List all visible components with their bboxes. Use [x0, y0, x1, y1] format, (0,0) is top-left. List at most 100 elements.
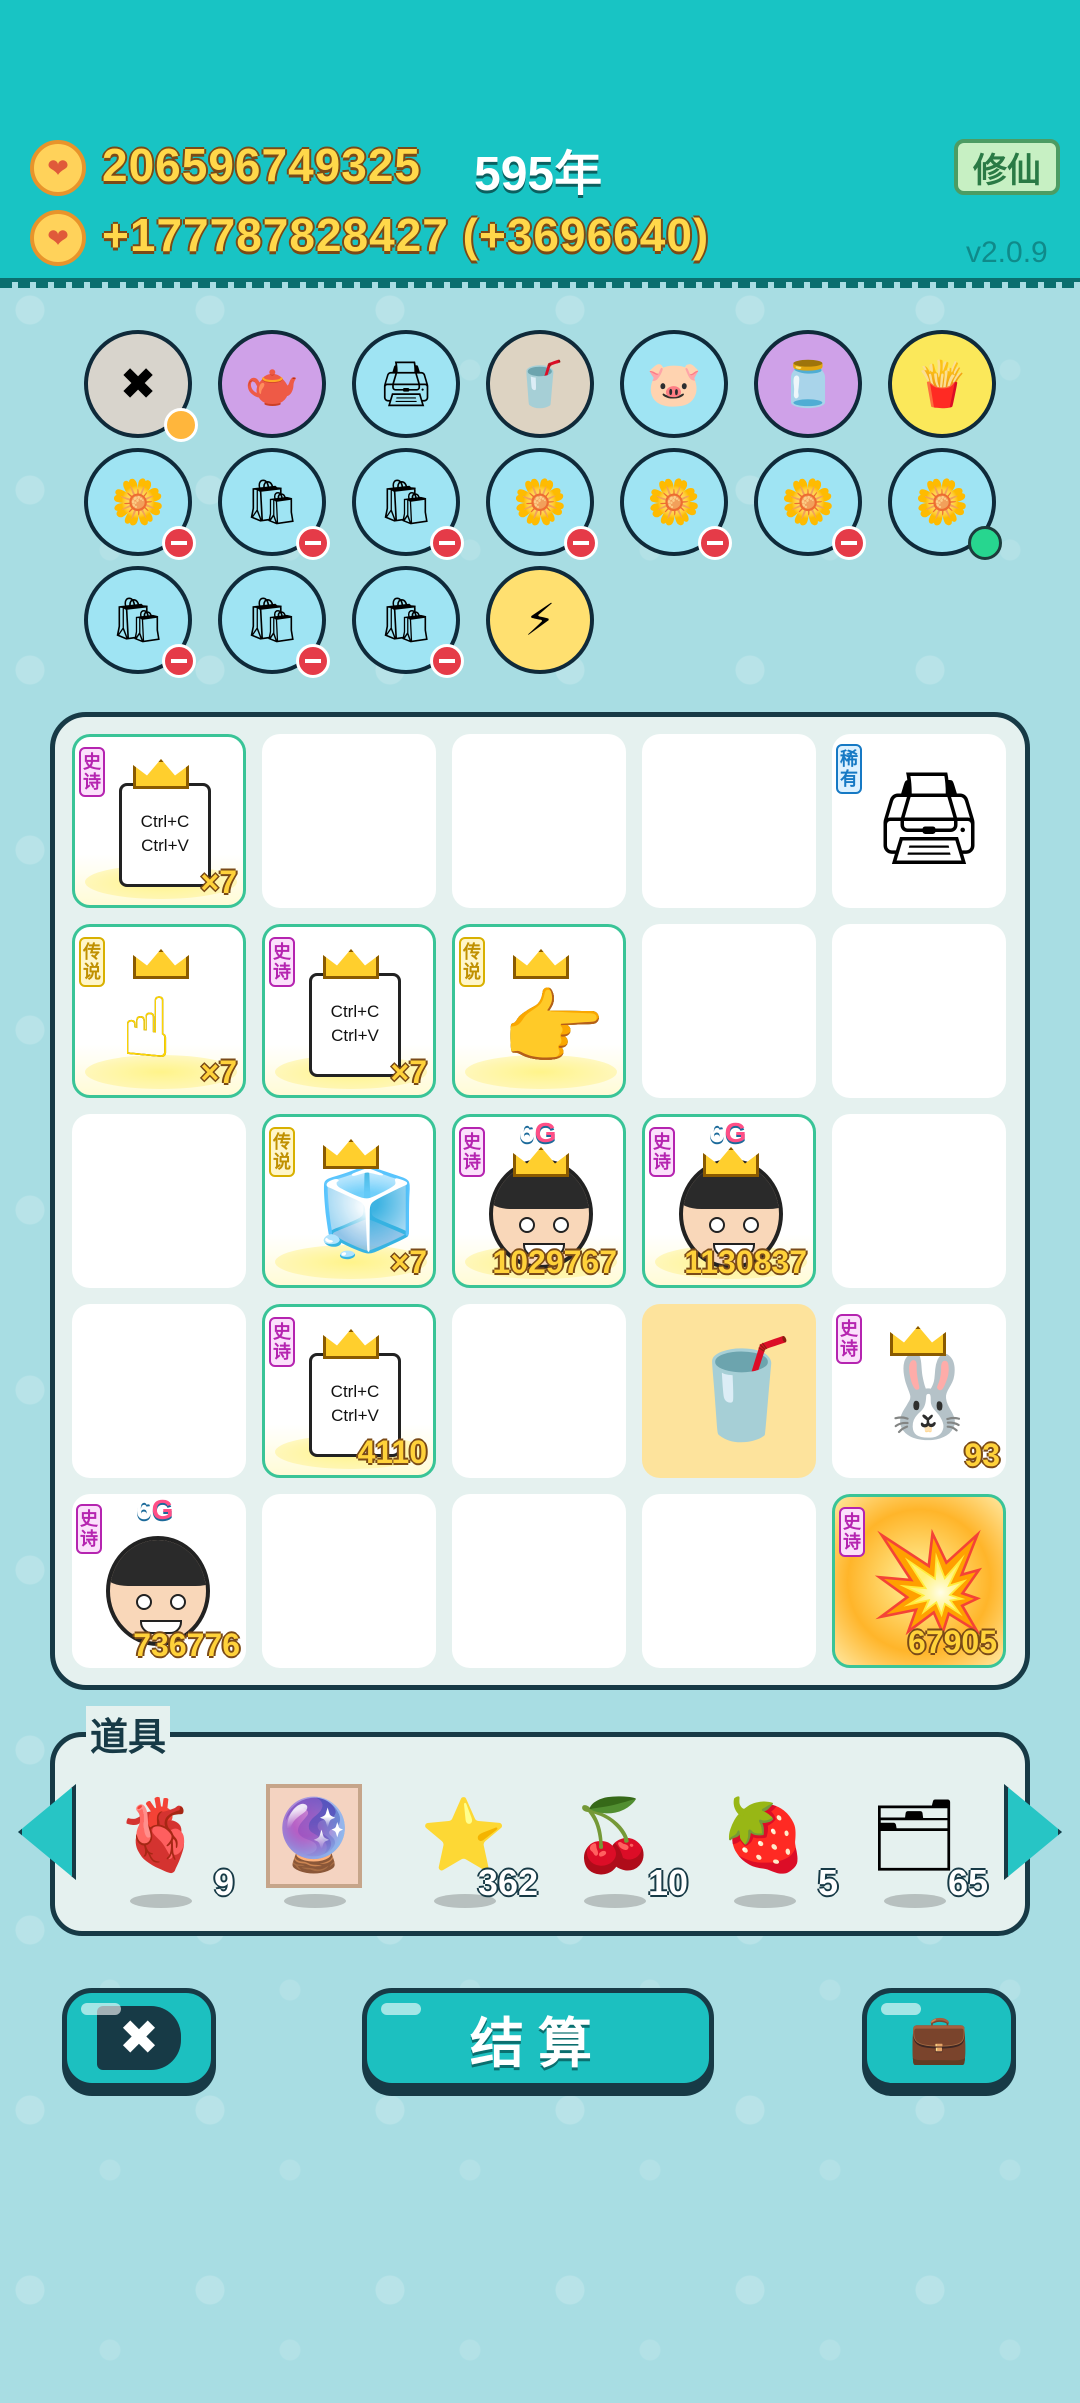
- cards-icon: 🗂: [869, 1796, 959, 1874]
- board-cell-empty[interactable]: [452, 1494, 626, 1668]
- sack-item-icon[interactable]: 🛍: [218, 566, 330, 678]
- printer-icon: 🖨: [872, 769, 987, 869]
- prop-crystal-ball[interactable]: 🔮: [254, 1776, 374, 1908]
- flower-pot-item-icon[interactable]: 🌼: [888, 448, 1002, 560]
- board-cell[interactable]: 史诗 6G 1029767: [452, 1114, 626, 1288]
- prop-star[interactable]: ⭐ 362: [404, 1776, 538, 1908]
- bubble-tea-item-icon[interactable]: 🥤: [486, 330, 594, 438]
- bayberry-icon: 🍒: [570, 1796, 658, 1874]
- board-cell[interactable]: 传说 🧊 ×7: [262, 1114, 436, 1288]
- board-cell[interactable]: 史诗 6G 736776: [72, 1494, 246, 1668]
- remove-badge-icon[interactable]: [430, 644, 464, 678]
- crown-icon: [513, 949, 569, 979]
- sack-item-icon[interactable]: 🛍: [352, 448, 464, 560]
- gravy-boat-item-icon[interactable]: 🫖: [218, 330, 326, 438]
- prop-cards[interactable]: 🗂 65: [854, 1776, 988, 1908]
- lightning-item-icon[interactable]: ⚡: [486, 566, 594, 674]
- french-fries-item-icon[interactable]: 🍟: [888, 330, 996, 438]
- rarity-tag: 史诗: [79, 747, 105, 797]
- prop-strawberry[interactable]: 🍓 5: [704, 1776, 838, 1908]
- xiuxian-button[interactable]: 修仙: [954, 139, 1060, 195]
- board-cell[interactable]: 史诗 🐰 93: [832, 1304, 1006, 1478]
- board-cell-empty[interactable]: [642, 924, 816, 1098]
- sack-item-icon[interactable]: 🛍: [84, 566, 196, 678]
- paper-line: Ctrl+C: [140, 812, 190, 831]
- prop-bayberry[interactable]: 🍒 10: [554, 1776, 688, 1908]
- printer-item-icon[interactable]: 🖨: [352, 330, 460, 438]
- flower-pot-item-icon[interactable]: 🌼: [84, 448, 196, 560]
- board-cell-empty[interactable]: [452, 734, 626, 908]
- board-cell-empty[interactable]: [262, 734, 436, 908]
- board-cell[interactable]: 稀有 🖨: [832, 734, 1006, 908]
- remove-badge-icon[interactable]: [296, 526, 330, 560]
- rabbit-house-icon: 🐰: [878, 1352, 978, 1441]
- cancel-button[interactable]: ✖: [62, 1988, 216, 2088]
- prop-liver[interactable]: 🫀 9: [100, 1776, 234, 1908]
- prop-qty: 362: [477, 1862, 538, 1903]
- remove-badge-icon[interactable]: [832, 526, 866, 560]
- rarity-tag: 史诗: [269, 937, 295, 987]
- board-cell[interactable]: 史诗 Ctrl+C Ctrl+V ×7: [262, 924, 436, 1098]
- briefcase-icon: 💼: [909, 2012, 969, 2066]
- gold-total: 206596749325: [102, 139, 421, 191]
- flower-pot-item-icon[interactable]: 🌼: [486, 448, 598, 560]
- prop-qty: 10: [647, 1862, 688, 1903]
- explosion-icon: 💥: [869, 1529, 989, 1636]
- pointing-right-hand-icon: 👉: [501, 981, 606, 1075]
- board-cell-empty[interactable]: [452, 1304, 626, 1478]
- board-cell-empty[interactable]: [72, 1304, 246, 1478]
- remove-badge-icon[interactable]: [162, 644, 196, 678]
- level-6g-label: 6G: [136, 1494, 174, 1525]
- copy-paste-paper-icon: Ctrl+C Ctrl+V: [119, 783, 211, 887]
- crown-icon: [890, 1326, 946, 1356]
- jar-item-icon[interactable]: 🫙: [754, 330, 862, 438]
- rarity-tag: 史诗: [836, 1314, 862, 1364]
- income-coin-icon: ❤: [30, 210, 86, 266]
- remove-badge-icon[interactable]: [430, 526, 464, 560]
- board-cell-empty[interactable]: [832, 1114, 1006, 1288]
- level-6g-label: 6G: [709, 1117, 747, 1148]
- sack-item-icon[interactable]: 🛍: [218, 448, 330, 560]
- cell-count: ×7: [200, 864, 237, 900]
- paper-line: Ctrl+V: [141, 836, 189, 855]
- cell-count: 93: [964, 1437, 1000, 1473]
- crown-icon: [323, 1329, 379, 1359]
- board-cell[interactable]: 传说 👉: [452, 924, 626, 1098]
- piggy-bank-item-icon[interactable]: 🐷: [620, 330, 728, 438]
- board-cell[interactable]: 史诗 6G 1130837: [642, 1114, 816, 1288]
- rarity-tag: 史诗: [649, 1127, 675, 1177]
- flower-pot-item-icon[interactable]: 🌼: [754, 448, 866, 560]
- board-cell-empty[interactable]: [262, 1494, 436, 1668]
- settle-button[interactable]: 结算: [362, 1988, 714, 2088]
- board-cell[interactable]: 史诗 💥 67905: [832, 1494, 1006, 1668]
- board-cell[interactable]: 传说 ☝ ×7: [72, 924, 246, 1098]
- board-cell-empty[interactable]: [642, 1494, 816, 1668]
- board-cell[interactable]: 史诗 Ctrl+C Ctrl+V 4110: [262, 1304, 436, 1478]
- board-cell[interactable]: 史诗 Ctrl+C Ctrl+V ×7: [72, 734, 246, 908]
- rarity-tag: 稀有: [836, 744, 862, 794]
- level-6g-label: 6G: [519, 1117, 557, 1148]
- crown-icon: [133, 949, 189, 979]
- prop-qty: 65: [947, 1862, 988, 1903]
- cell-count: 736776: [133, 1627, 240, 1663]
- remove-badge-icon[interactable]: [564, 526, 598, 560]
- paper-line: Ctrl+C: [330, 1002, 380, 1021]
- board-cell[interactable]: 🥤: [642, 1304, 816, 1478]
- rarity-tag: 史诗: [76, 1504, 102, 1554]
- remove-badge-icon[interactable]: [296, 644, 330, 678]
- remove-badge-icon[interactable]: [162, 526, 196, 560]
- liver-icon: 🫀: [116, 1796, 204, 1874]
- cancel-tag-item-icon[interactable]: ✖: [84, 330, 198, 442]
- sack-item-icon[interactable]: 🛍: [352, 566, 464, 678]
- bag-button[interactable]: 💼: [862, 1988, 1016, 2088]
- cell-count: 67905: [908, 1624, 997, 1660]
- board-cell-empty[interactable]: [72, 1114, 246, 1288]
- paper-line: Ctrl+V: [331, 1026, 379, 1045]
- flower-pot-item-icon[interactable]: 🌼: [620, 448, 732, 560]
- board-cell-empty[interactable]: [832, 924, 1006, 1098]
- remove-badge-icon[interactable]: [698, 526, 732, 560]
- strawberry-icon: 🍓: [720, 1796, 808, 1874]
- copy-paste-paper-icon: Ctrl+C Ctrl+V: [309, 973, 401, 1077]
- board-cell-empty[interactable]: [642, 734, 816, 908]
- rarity-tag: 传说: [269, 1127, 295, 1177]
